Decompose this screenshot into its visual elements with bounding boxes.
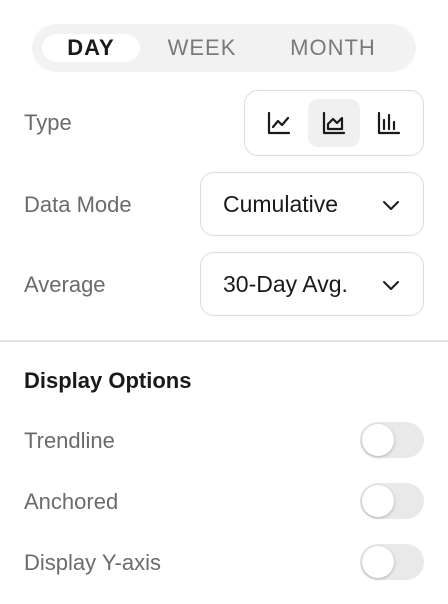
- data-mode-value: Cumulative: [223, 190, 339, 217]
- anchored-label: Anchored: [24, 489, 119, 514]
- tab-day[interactable]: DAY: [42, 34, 140, 62]
- tab-week[interactable]: WEEK: [154, 34, 250, 62]
- data-mode-select[interactable]: Cumulative: [200, 172, 424, 236]
- area-chart-button[interactable]: [308, 99, 360, 147]
- type-label: Type: [24, 110, 72, 135]
- average-value: 30-Day Avg.: [223, 270, 348, 297]
- range-segmented-control: DAY WEEK MONTH: [32, 24, 416, 72]
- line-chart-icon: [267, 111, 291, 135]
- bar-chart-button[interactable]: [363, 99, 415, 147]
- divider: [0, 340, 448, 342]
- chevron-down-icon: [383, 281, 399, 290]
- anchored-toggle[interactable]: [360, 483, 424, 519]
- data-mode-label: Data Mode: [24, 192, 132, 217]
- tab-month[interactable]: MONTH: [276, 34, 390, 62]
- trendline-toggle[interactable]: [360, 422, 424, 458]
- toggle-knob: [362, 485, 394, 517]
- toggle-knob: [362, 424, 394, 456]
- line-chart-button[interactable]: [253, 99, 305, 147]
- trendline-label: Trendline: [24, 428, 115, 453]
- bar-chart-icon: [377, 111, 401, 135]
- chart-type-selector: [244, 90, 424, 156]
- display-y-axis-label: Display Y-axis: [24, 550, 161, 575]
- average-label: Average: [24, 272, 106, 297]
- chevron-down-icon: [383, 201, 399, 210]
- display-y-axis-toggle[interactable]: [360, 544, 424, 580]
- area-chart-icon: [322, 111, 346, 135]
- average-select[interactable]: 30-Day Avg.: [200, 252, 424, 316]
- toggle-knob: [362, 546, 394, 578]
- display-options-title: Display Options: [24, 368, 192, 393]
